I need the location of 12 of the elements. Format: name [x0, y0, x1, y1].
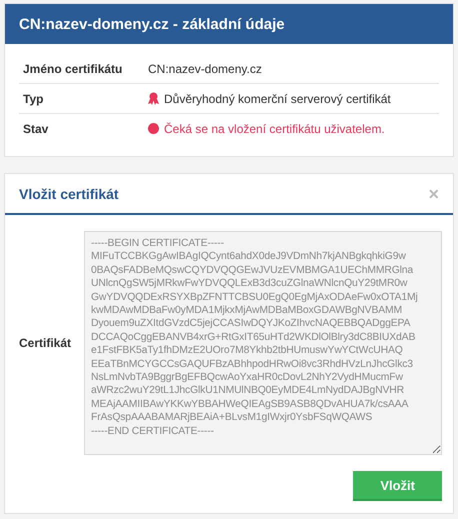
submit-button[interactable]: Vložit	[353, 471, 442, 501]
field-label: Certifikát	[19, 336, 72, 350]
field-value: Důvěryhodný komerční serverový certifikát	[164, 92, 391, 106]
field-label: Stav	[22, 122, 50, 136]
field-value: CN:nazev-domeny.cz	[148, 62, 262, 76]
award-icon	[148, 92, 159, 105]
close-button[interactable]: ×	[428, 185, 439, 203]
status-text: Čeká se na vložení certifikátu uživatelem.	[164, 122, 385, 136]
panel-title: Vložit certifikát	[19, 186, 119, 202]
field-label: Jméno certifikátu	[22, 62, 124, 76]
field-label: Typ	[22, 92, 44, 106]
panel-title: CN:nazev-domeny.cz - základní údaje	[5, 4, 453, 44]
